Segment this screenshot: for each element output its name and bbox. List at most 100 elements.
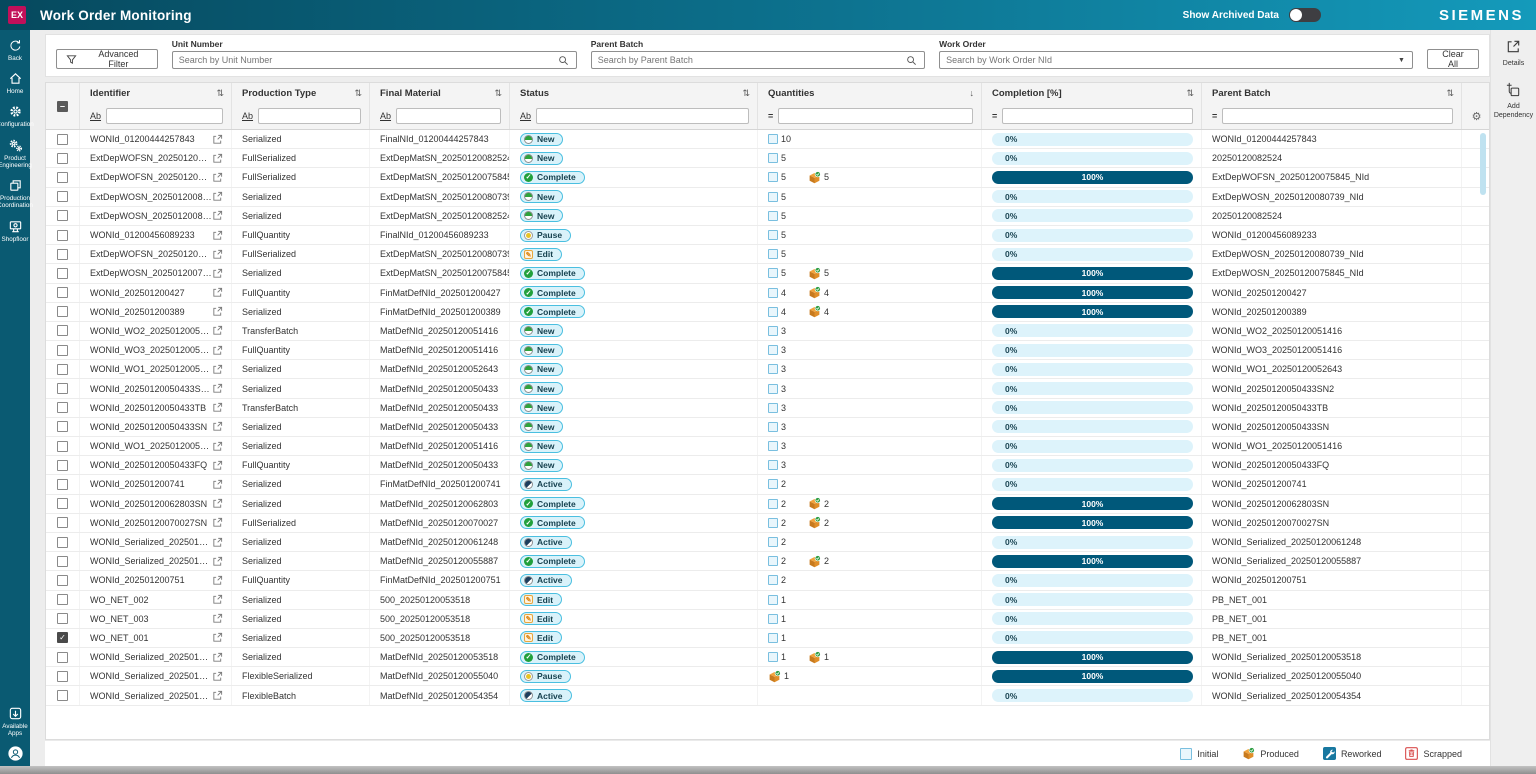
table-row[interactable]: WONId_Serialized_20250120...SerializedMa…	[46, 648, 1489, 667]
column-header-status[interactable]: Status⇅	[510, 83, 758, 103]
open-work-order-icon[interactable]	[212, 517, 223, 528]
table-row[interactable]: WONId_WO1_202501200514...SerializedMatDe…	[46, 437, 1489, 456]
table-row[interactable]: ExtDepWOFSN_20250120075...FullSerialized…	[46, 168, 1489, 187]
table-row[interactable]: WONId_01200456089233FullQuantityFinalNId…	[46, 226, 1489, 245]
table-row[interactable]: WONId_20250120050433SN2SerializedMatDefN…	[46, 379, 1489, 398]
filter-input-quantities[interactable]	[778, 108, 973, 124]
table-row[interactable]: WONId_20250120050433FQFullQuantityMatDef…	[46, 456, 1489, 475]
open-work-order-icon[interactable]	[212, 671, 223, 682]
text-filter-icon[interactable]: Ab	[520, 111, 531, 121]
open-work-order-icon[interactable]	[212, 594, 223, 605]
open-work-order-icon[interactable]	[212, 287, 223, 298]
filter-input-production-type[interactable]	[258, 108, 361, 124]
open-work-order-icon[interactable]	[212, 460, 223, 471]
row-select-checkbox[interactable]	[57, 325, 68, 336]
table-row[interactable]: WONId_Serialized_20250120...FlexibleBatc…	[46, 686, 1489, 705]
table-row[interactable]: WONId_WO3_202501200514...FullQuantityMat…	[46, 341, 1489, 360]
table-row[interactable]: WONId_20250120062803SNSerializedMatDefNI…	[46, 495, 1489, 514]
open-work-order-icon[interactable]	[212, 383, 223, 394]
row-select-checkbox[interactable]	[57, 383, 68, 394]
row-select-checkbox[interactable]	[57, 153, 68, 164]
unit-number-input[interactable]	[173, 55, 558, 65]
text-filter-icon[interactable]: Ab	[380, 111, 391, 121]
row-select-checkbox[interactable]	[57, 249, 68, 260]
open-work-order-icon[interactable]	[212, 613, 223, 624]
row-select-checkbox[interactable]	[57, 460, 68, 471]
row-select-checkbox[interactable]	[57, 498, 68, 509]
open-work-order-icon[interactable]	[212, 652, 223, 663]
sort-desc-icon[interactable]: ↓	[970, 88, 975, 98]
table-row[interactable]: WONId_202501200427FullQuantityFinMatDefN…	[46, 284, 1489, 303]
open-work-order-icon[interactable]	[212, 402, 223, 413]
column-header-quantities[interactable]: Quantities↓	[758, 83, 982, 103]
sort-both-icon[interactable]: ⇅	[1446, 88, 1454, 99]
table-row[interactable]: ExtDepWOSN_20250120082...SerializedExtDe…	[46, 207, 1489, 226]
sidebar-item-available-apps[interactable]: Available Apps	[0, 706, 30, 737]
sort-both-icon[interactable]: ⇅	[742, 88, 750, 99]
chevron-down-icon[interactable]: ▼	[1398, 57, 1405, 64]
row-select-checkbox[interactable]	[57, 421, 68, 432]
text-filter-icon[interactable]: Ab	[242, 111, 253, 121]
open-work-order-icon[interactable]	[212, 172, 223, 183]
table-row[interactable]: WO_NET_001Serialized500_20250120053518Ed…	[46, 629, 1489, 648]
row-select-checkbox[interactable]	[57, 479, 68, 490]
row-select-checkbox[interactable]	[57, 594, 68, 605]
row-select-checkbox[interactable]	[57, 345, 68, 356]
add-dependency-button[interactable]: Add Dependency	[1492, 81, 1536, 120]
table-row[interactable]: ExtDepWOSN_20250120080...SerializedExtDe…	[46, 188, 1489, 207]
row-select-checkbox[interactable]	[57, 613, 68, 624]
open-work-order-icon[interactable]	[212, 345, 223, 356]
table-row[interactable]: WONId_Serialized_20250120...SerializedMa…	[46, 533, 1489, 552]
sidebar-item-product-engineering[interactable]: Product Engineering	[0, 138, 30, 169]
row-select-checkbox[interactable]	[57, 402, 68, 413]
row-select-checkbox[interactable]	[57, 690, 68, 701]
open-work-order-icon[interactable]	[212, 306, 223, 317]
table-row[interactable]: WO_NET_002Serialized500_20250120053518Ed…	[46, 591, 1489, 610]
open-work-order-icon[interactable]	[212, 632, 223, 643]
details-button[interactable]: Details	[1492, 38, 1536, 69]
sidebar-item-user[interactable]	[0, 746, 30, 761]
open-work-order-icon[interactable]	[212, 210, 223, 221]
row-select-checkbox[interactable]	[57, 632, 68, 643]
table-row[interactable]: WONId_202501200751FullQuantityFinMatDefN…	[46, 571, 1489, 590]
table-row[interactable]: WONId_Serialized_20250120...FlexibleSeri…	[46, 667, 1489, 686]
row-select-checkbox[interactable]	[57, 172, 68, 183]
column-header-identifier[interactable]: Identifier⇅	[80, 83, 232, 103]
table-row[interactable]: WONId_202501200389SerializedFinMatDefNId…	[46, 303, 1489, 322]
text-filter-icon[interactable]: Ab	[90, 111, 101, 121]
sidebar-item-home[interactable]: Home	[0, 71, 30, 95]
table-row[interactable]: WO_NET_003Serialized500_20250120053518Ed…	[46, 610, 1489, 629]
column-header-parent-batch[interactable]: Parent Batch⇅	[1202, 83, 1462, 103]
equals-filter-icon[interactable]: =	[768, 111, 773, 121]
row-select-checkbox[interactable]	[57, 134, 68, 145]
table-row[interactable]: ExtDepWOFSN_20250120082...FullSerialized…	[46, 149, 1489, 168]
row-select-checkbox[interactable]	[57, 671, 68, 682]
sidebar-item-configuration[interactable]: Configuration	[0, 104, 30, 128]
vertical-scrollbar[interactable]	[1480, 133, 1486, 195]
table-row[interactable]: WONId_20250120050433TBTransferBatchMatDe…	[46, 399, 1489, 418]
open-work-order-icon[interactable]	[212, 230, 223, 241]
filter-input-parent-batch[interactable]	[1222, 108, 1453, 124]
open-work-order-icon[interactable]	[212, 498, 223, 509]
open-work-order-icon[interactable]	[212, 537, 223, 548]
open-work-order-icon[interactable]	[212, 575, 223, 586]
app-logo[interactable]: EX	[8, 6, 26, 24]
open-work-order-icon[interactable]	[212, 249, 223, 260]
row-select-checkbox[interactable]	[57, 537, 68, 548]
equals-filter-icon[interactable]: =	[1212, 111, 1217, 121]
open-work-order-icon[interactable]	[212, 268, 223, 279]
sidebar-item-back[interactable]: Back	[0, 38, 30, 62]
advanced-filter-button[interactable]: Advanced Filter	[56, 49, 158, 69]
work-order-input[interactable]	[940, 55, 1398, 65]
row-select-checkbox[interactable]	[57, 575, 68, 586]
table-row[interactable]: WONId_Serialized_20250120...SerializedMa…	[46, 552, 1489, 571]
open-work-order-icon[interactable]	[212, 325, 223, 336]
row-select-checkbox[interactable]	[57, 556, 68, 567]
open-work-order-icon[interactable]	[212, 421, 223, 432]
open-work-order-icon[interactable]	[212, 690, 223, 701]
open-work-order-icon[interactable]	[212, 441, 223, 452]
sort-both-icon[interactable]: ⇅	[354, 88, 362, 99]
open-work-order-icon[interactable]	[212, 153, 223, 164]
table-row[interactable]: ExtDepWOSN_20250120075...SerializedExtDe…	[46, 264, 1489, 283]
table-row[interactable]: WONId_202501200741SerializedFinMatDefNId…	[46, 475, 1489, 494]
